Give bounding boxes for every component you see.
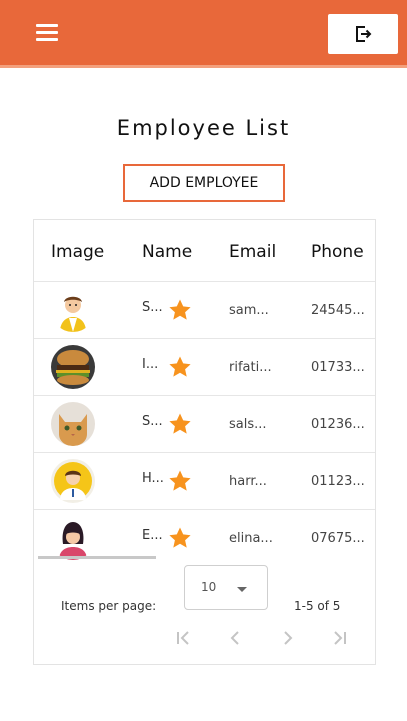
menu-icon[interactable] xyxy=(36,24,60,44)
top-toolbar xyxy=(0,0,407,68)
woman-illustration-avatar xyxy=(51,516,95,560)
star-icon[interactable] xyxy=(168,412,192,436)
table-row[interactable]: I... rifati... 01733... xyxy=(34,339,375,396)
horizontal-scrollbar[interactable] xyxy=(38,556,156,559)
items-per-page-label: Items per page: xyxy=(61,599,157,613)
items-per-page-value: 10 xyxy=(201,580,217,594)
dropdown-caret-icon xyxy=(237,587,247,592)
employee-email: harr... xyxy=(229,474,267,489)
star-icon[interactable] xyxy=(168,526,192,550)
column-header-name: Name xyxy=(142,242,193,262)
page-range-label: 1-5 of 5 xyxy=(294,599,341,613)
employee-phone: 07675... xyxy=(311,531,365,546)
logout-icon xyxy=(356,26,372,42)
man-cartoon-avatar xyxy=(51,288,95,332)
table-row[interactable]: S... sam... 24545... xyxy=(34,282,375,339)
employee-name: S... xyxy=(142,300,163,315)
add-employee-button[interactable]: ADD EMPLOYEE xyxy=(123,164,285,202)
column-header-phone: Phone xyxy=(311,242,364,262)
paginator: Items per page: 10 1-5 of 5 xyxy=(34,560,375,664)
items-per-page-select[interactable]: 10 xyxy=(184,565,268,610)
column-header-image: Image xyxy=(51,242,105,262)
employee-email: elina... xyxy=(229,531,273,546)
employee-name: I... xyxy=(142,357,159,372)
employee-email: sals... xyxy=(229,417,267,432)
employee-table: Image Name Email Phone S... sam... 24545… xyxy=(34,220,375,566)
employee-name: S... xyxy=(142,414,163,429)
cat-photo-avatar xyxy=(51,402,95,446)
star-icon[interactable] xyxy=(168,469,192,493)
logout-button[interactable] xyxy=(328,14,398,54)
employee-name: E... xyxy=(142,528,163,543)
column-header-email: Email xyxy=(229,242,277,262)
page-title: Employee List xyxy=(116,116,291,140)
employee-table-card: Image Name Email Phone S... sam... 24545… xyxy=(33,219,376,665)
star-icon[interactable] xyxy=(168,298,192,322)
burger-photo-avatar xyxy=(51,345,95,389)
first-page-icon[interactable] xyxy=(171,626,195,650)
next-page-icon[interactable] xyxy=(276,626,300,650)
employee-email: sam... xyxy=(229,303,269,318)
employee-email: rifati... xyxy=(229,360,272,375)
table-row[interactable]: H... harr... 01123... xyxy=(34,453,375,510)
table-row[interactable]: S... sals... 01236... xyxy=(34,396,375,453)
man-illustration-avatar xyxy=(51,459,95,503)
table-header-row: Image Name Email Phone xyxy=(34,220,375,282)
previous-page-icon[interactable] xyxy=(223,626,247,650)
employee-name: H... xyxy=(142,471,164,486)
star-icon[interactable] xyxy=(168,355,192,379)
employee-phone: 01733... xyxy=(311,360,365,375)
employee-phone: 24545... xyxy=(311,303,365,318)
employee-phone: 01236... xyxy=(311,417,365,432)
employee-phone: 01123... xyxy=(311,474,365,489)
last-page-icon[interactable] xyxy=(328,626,352,650)
